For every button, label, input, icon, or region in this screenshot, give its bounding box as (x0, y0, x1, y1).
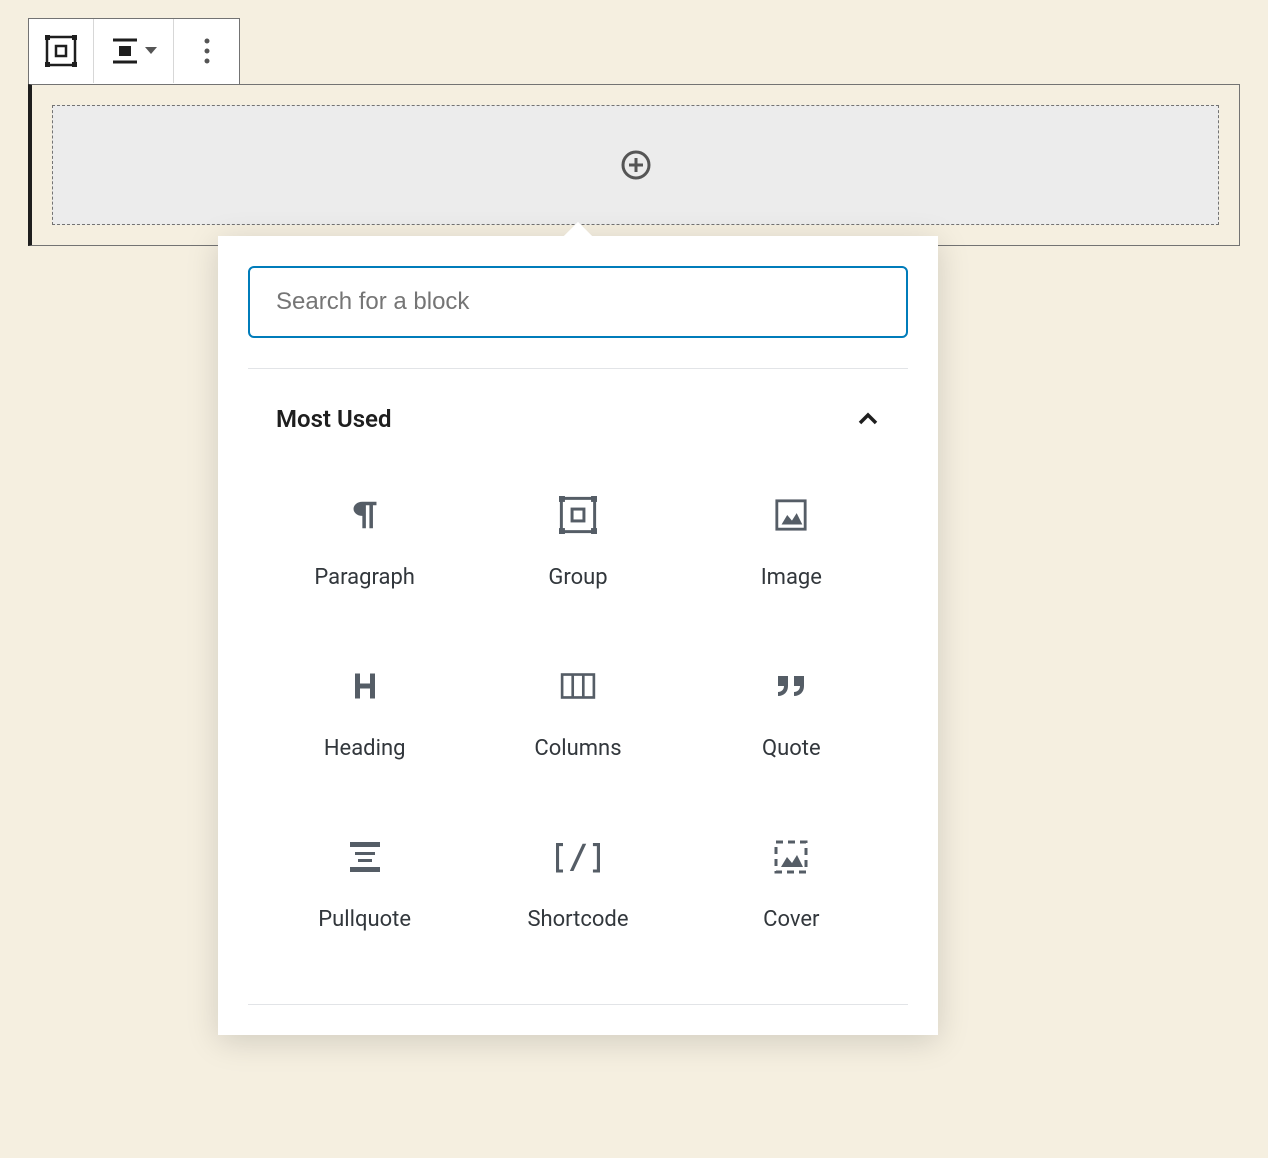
paragraph-icon (350, 491, 380, 539)
cover-icon (773, 833, 809, 881)
panel-title: Most Used (276, 405, 391, 433)
block-type-columns[interactable]: Columns (471, 632, 684, 803)
block-type-label: Image (761, 565, 822, 590)
shortcode-icon (556, 833, 600, 881)
blocks-grid: Paragraph Group Image Heading Columns Quote Pu… (248, 461, 908, 1004)
block-type-image[interactable]: Image (685, 461, 898, 632)
selected-group-block[interactable] (28, 84, 1240, 246)
more-options-icon (197, 37, 217, 65)
group-icon (559, 491, 597, 539)
panel-header-most-used[interactable]: Most Used (248, 369, 908, 461)
block-type-label: Quote (762, 736, 821, 761)
block-type-label: Group (548, 565, 607, 590)
block-type-label: Paragraph (314, 565, 415, 590)
block-type-label: Shortcode (527, 907, 628, 932)
block-align-button[interactable] (94, 19, 174, 83)
block-type-pullquote[interactable]: Pullquote (258, 803, 471, 974)
quote-icon (773, 662, 809, 710)
block-type-group[interactable]: Group (471, 461, 684, 632)
block-toolbar (28, 18, 240, 84)
add-block-icon (620, 149, 652, 181)
block-type-cover[interactable]: Cover (685, 803, 898, 974)
block-type-quote[interactable]: Quote (685, 632, 898, 803)
block-type-button[interactable] (29, 19, 94, 83)
columns-icon (558, 662, 598, 710)
block-type-shortcode[interactable]: Shortcode (471, 803, 684, 974)
pullquote-icon (346, 833, 384, 881)
heading-icon (350, 662, 380, 710)
chevron-up-icon (856, 409, 880, 429)
block-type-heading[interactable]: Heading (258, 632, 471, 803)
search-input[interactable] (248, 266, 908, 338)
block-editor-canvas (28, 18, 1240, 246)
block-inserter-popover: Most Used Paragraph Group Image Heading Colu… (218, 236, 938, 1035)
group-icon (45, 35, 77, 67)
block-type-label: Columns (534, 736, 621, 761)
block-type-label: Cover (763, 907, 819, 932)
block-type-label: Pullquote (318, 907, 411, 932)
caret-down-icon (145, 47, 157, 55)
divider (248, 1004, 908, 1005)
block-type-paragraph[interactable]: Paragraph (258, 461, 471, 632)
align-icon (111, 36, 139, 66)
image-icon (774, 491, 808, 539)
block-type-label: Heading (324, 736, 406, 761)
block-appender[interactable] (52, 105, 1219, 225)
more-options-button[interactable] (174, 19, 239, 83)
